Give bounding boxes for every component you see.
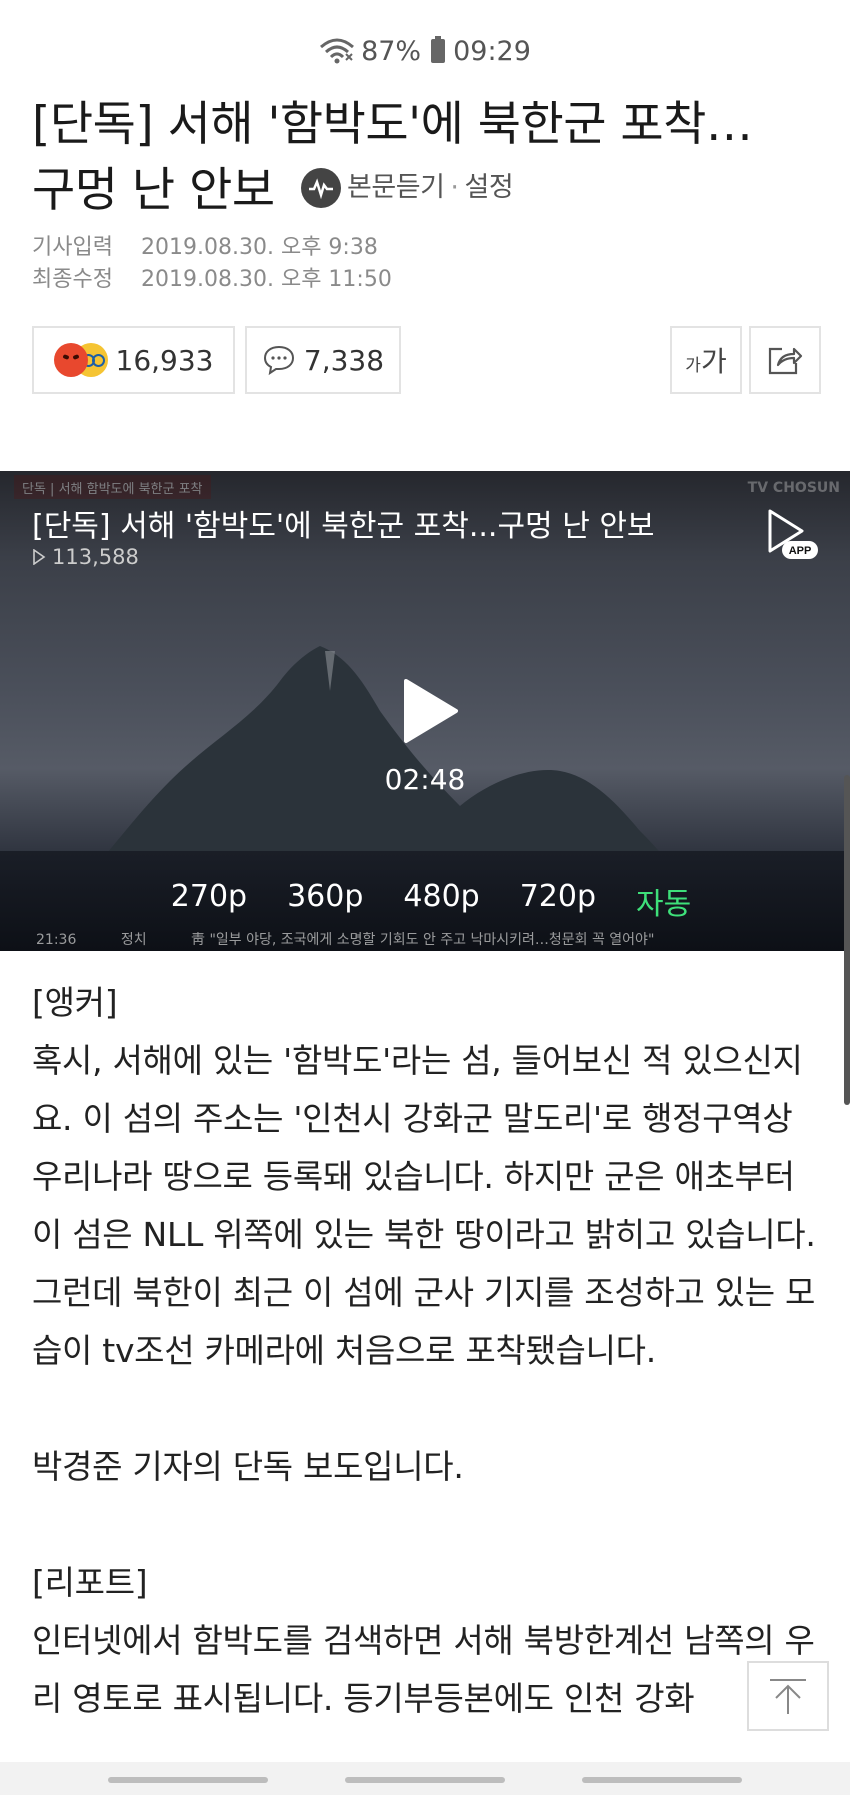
tts-controls: 본문듣기 · 설정 [301,155,514,221]
title-line-2: 구멍 난 안보 [32,163,275,218]
play-icon [404,679,458,743]
open-in-app-button[interactable]: APP [762,505,820,563]
quality-720p[interactable]: 720p [520,879,596,923]
article-body: [앵커] 혹시, 서해에 있는 '함박도'라는 섬, 들어보신 적 있으신지요.… [32,974,822,1728]
play-count-icon [33,549,46,565]
app-label: APP [789,545,812,557]
nav-back-button[interactable] [582,1777,742,1783]
share-icon [766,343,804,377]
modified-date: 2019.08.30. 오후 11:50 [141,267,392,292]
separator-dot: · [450,171,459,203]
ticker-text: 靑 "일부 야당, 조국에게 소명할 기회도 안 주고 낙마시키려…청문회 꼭 … [191,932,655,948]
ticker-category: 정치 [120,932,147,948]
nav-recent-button[interactable] [108,1777,268,1783]
quality-480p[interactable]: 480p [403,879,479,923]
video-player[interactable]: 단독 | 서해 함박도에 북한군 포착 TV CHOSUN [단독] 서해 '함… [0,471,850,951]
status-bar: 87% 09:29 [0,0,850,100]
news-ticker: 21:36 정치 靑 "일부 야당, 조국에게 소명할 기회도 안 주고 낙마시… [36,929,836,949]
article-paragraph: 인터넷에서 함박도를 검색하면 서해 북방한계선 남쪽의 우리 영토로 표시됩니… [32,1621,815,1718]
font-size-icon: 가가 [685,345,727,378]
quality-270p[interactable]: 270p [171,879,247,923]
app-play-icon: APP [768,509,818,559]
audio-play-icon[interactable] [301,167,342,208]
article-title: [단독] 서해 '함박도'에 북한군 포착… 구멍 난 안보 본문듣기 · 설정 [32,92,822,227]
published-row: 기사입력 2019.08.30. 오후 9:38 [32,232,392,264]
video-title: [단독] 서해 '함박도'에 북한군 포착...구멍 난 안보 [32,509,655,544]
play-button[interactable] [400,677,460,745]
title-line-2-wrap: 구멍 난 안보 본문듣기 · 설정 [32,158,822,227]
wifi-icon [319,37,355,65]
broadcaster-logo: TV CHOSUN [747,480,840,496]
article-paragraph: 박경준 기자의 단독 보도입니다. [32,1447,464,1486]
font-size-button[interactable]: 가가 [670,326,742,394]
ticker-time: 21:36 [36,932,77,948]
comment-button[interactable]: 7,338 [245,326,401,394]
quality-360p[interactable]: 360p [287,879,363,923]
comment-count: 7,338 [303,343,385,377]
video-views: 113,588 [32,545,139,569]
quality-auto[interactable]: 자동 [636,879,691,923]
article-dates: 기사입력 2019.08.30. 오후 9:38 최종수정 2019.08.30… [32,232,392,296]
title-line-1: [단독] 서해 '함박도'에 북한군 포착… [32,97,753,152]
published-label: 기사입력 [32,235,113,260]
nav-home-button[interactable] [345,1777,505,1783]
article-paragraph: 혹시, 서해에 있는 '함박도'라는 섬, 들어보신 적 있으신지요. 이 섬의… [32,1041,816,1370]
comment-bubble-icon [262,344,296,376]
video-duration: 02:48 [384,763,466,796]
angry-emoji-icon [53,343,88,377]
report-label: [리포트] [32,1563,148,1602]
quality-selector: 270p 360p 480p 720p 자동 [0,879,850,923]
battery-icon [431,36,446,63]
reaction-count: 16,933 [115,343,214,377]
reaction-icons [53,343,108,377]
anchor-label: [앵커] [32,983,118,1022]
reaction-button[interactable]: 16,933 [32,326,235,394]
system-nav-bar [0,1762,850,1795]
video-overlay-tag: 단독 | 서해 함박도에 북한군 포착 [14,475,211,499]
battery-percent: 87% [361,35,422,67]
scroll-indicator[interactable] [844,775,850,1105]
modified-label: 최종수정 [32,267,113,292]
scroll-to-top-button[interactable] [747,1661,829,1731]
tts-button[interactable]: 본문듣기 [347,155,445,221]
tts-settings-button[interactable]: 설정 [465,155,514,221]
published-date: 2019.08.30. 오후 9:38 [141,235,378,260]
modified-row: 최종수정 2019.08.30. 오후 11:50 [32,264,392,296]
share-button[interactable] [749,326,821,394]
arrow-up-icon [770,1679,806,1714]
view-count: 113,588 [52,545,139,569]
clock: 09:29 [453,35,531,67]
